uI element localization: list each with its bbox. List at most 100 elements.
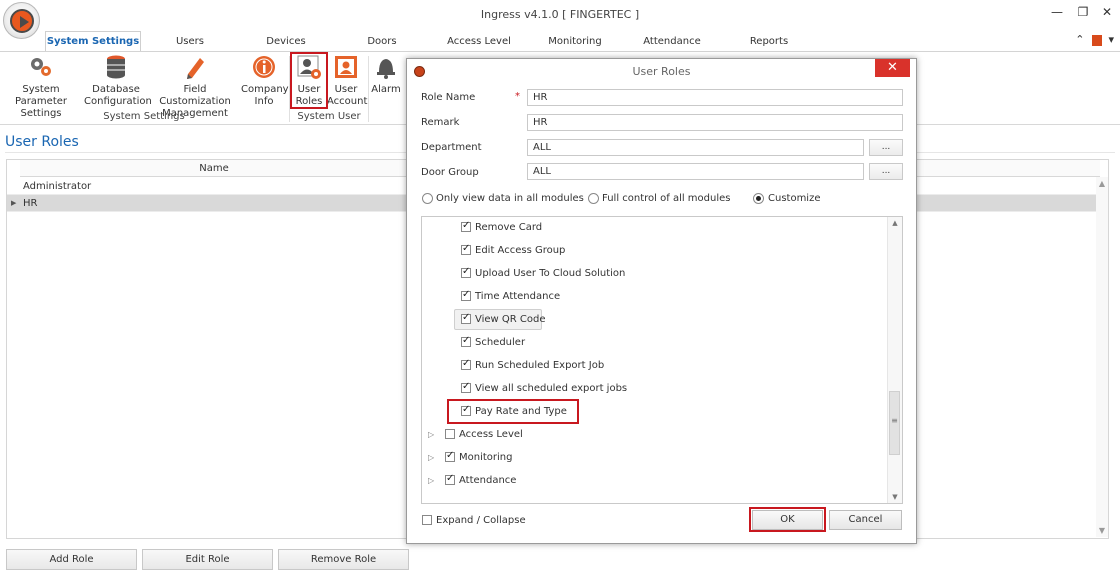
expand-arrow-icon[interactable]: ▷: [428, 430, 434, 439]
expand-arrow-icon[interactable]: ▷: [428, 453, 434, 462]
remove-role-button[interactable]: Remove Role: [278, 549, 409, 570]
tab-system-settings[interactable]: System Settings: [45, 31, 141, 52]
minimize-icon[interactable]: —: [1048, 4, 1066, 20]
office-icon[interactable]: [1091, 34, 1102, 46]
scroll-down-icon[interactable]: ▼: [1096, 526, 1108, 535]
tab-users[interactable]: Users: [160, 36, 220, 51]
tab-reports[interactable]: Reports: [740, 36, 798, 51]
tab-monitoring[interactable]: Monitoring: [540, 36, 610, 51]
scroll-up-icon[interactable]: ▲: [888, 219, 902, 227]
dialog-close-button[interactable]: ✕: [875, 59, 910, 77]
collapse-ribbon-icon[interactable]: ⌃: [1075, 33, 1084, 46]
role-name-field[interactable]: HR: [527, 89, 903, 106]
expand-collapse-checkbox[interactable]: [422, 515, 432, 525]
user-roles-button[interactable]: User Roles: [292, 54, 326, 108]
tree-parent-item[interactable]: Attendance: [459, 475, 516, 486]
checkbox[interactable]: [461, 243, 471, 255]
ribbon-label: Account: [327, 96, 368, 107]
restore-icon[interactable]: ❐: [1074, 4, 1092, 20]
tree-scrollbar[interactable]: ▲ ▼: [887, 217, 902, 503]
radio-full-control[interactable]: [588, 193, 599, 204]
ribbon-label: Roles: [295, 96, 323, 107]
tree-parent-item[interactable]: Access Level: [459, 429, 523, 440]
edit-role-button[interactable]: Edit Role: [142, 549, 273, 570]
row-pointer-icon: ▶: [11, 199, 17, 207]
page-title: User Roles: [5, 134, 79, 150]
row-label: Administrator: [23, 181, 92, 192]
ribbon-label: Database: [92, 84, 140, 95]
radio-view-only-label[interactable]: Only view data in all modules: [436, 193, 584, 204]
grid-scrollbar[interactable]: ▲ ▼: [1096, 177, 1108, 537]
alarm-icon: [373, 54, 399, 80]
department-field[interactable]: ALL: [527, 139, 864, 156]
gears-icon: [28, 54, 54, 80]
ribbon-label: System Parameter: [14, 84, 68, 107]
door-group-field[interactable]: ALL: [527, 163, 864, 180]
tree-item[interactable]: Time Attendance: [475, 291, 560, 302]
ok-button[interactable]: OK: [752, 510, 823, 530]
close-window-icon[interactable]: ✕: [1098, 4, 1116, 20]
checkbox[interactable]: [461, 312, 471, 324]
user-account-button[interactable]: User Account: [327, 54, 368, 108]
checkbox[interactable]: [461, 381, 471, 393]
grip-icon: ≡: [891, 416, 898, 425]
cancel-button[interactable]: Cancel: [829, 510, 902, 530]
tree-item[interactable]: Run Scheduled Export Job: [475, 360, 604, 371]
checkbox[interactable]: [461, 289, 471, 301]
tree-item[interactable]: Edit Access Group: [475, 245, 565, 256]
info-icon: [251, 54, 277, 80]
department-browse-button[interactable]: ...: [869, 139, 903, 156]
expand-collapse-label[interactable]: Expand / Collapse: [436, 515, 526, 526]
remark-label: Remark: [421, 117, 460, 128]
door-group-browse-button[interactable]: ...: [869, 163, 903, 180]
radio-full-control-label[interactable]: Full control of all modules: [602, 193, 731, 204]
role-name-label: Role Name: [421, 92, 476, 103]
tree-item[interactable]: Upload User To Cloud Solution: [475, 268, 625, 279]
scroll-thumb[interactable]: ≡: [889, 391, 900, 455]
row-label: HR: [23, 198, 38, 209]
tree-item[interactable]: View QR Code: [475, 314, 546, 325]
tab-access-level[interactable]: Access Level: [440, 36, 518, 51]
window-title: Ingress v4.1.0 [ FINGERTEC ]: [480, 8, 640, 21]
company-info-button[interactable]: Company Info: [241, 54, 289, 108]
ribbon-label: Company: [241, 84, 289, 95]
dropdown-icon[interactable]: ▾: [1108, 33, 1114, 46]
tree-item[interactable]: Remove Card: [475, 222, 542, 233]
dialog-title: User Roles: [632, 65, 691, 78]
alarm-button[interactable]: Alarm: [370, 54, 402, 96]
radio-customize-label[interactable]: Customize: [768, 193, 821, 204]
tab-doors[interactable]: Doors: [354, 36, 410, 51]
checkbox[interactable]: [445, 473, 455, 485]
column-header-name[interactable]: Name: [20, 163, 408, 174]
checkbox[interactable]: [461, 335, 471, 347]
group-label-system-user: System User: [297, 111, 361, 122]
checkbox[interactable]: [445, 429, 455, 439]
checkbox[interactable]: [461, 266, 471, 278]
ribbon-label: Alarm: [371, 84, 401, 95]
checkbox[interactable]: [461, 404, 471, 416]
expand-arrow-icon[interactable]: ▷: [428, 476, 434, 485]
radio-customize[interactable]: [753, 193, 764, 204]
add-role-button[interactable]: Add Role: [6, 549, 137, 570]
ribbon-label: Configuration: [84, 96, 152, 107]
system-parameter-settings-button[interactable]: System Parameter Settings: [0, 54, 82, 120]
checkbox[interactable]: [445, 450, 455, 462]
database-configuration-button[interactable]: Database Configuration: [84, 54, 152, 108]
scroll-down-icon[interactable]: ▼: [888, 493, 902, 501]
tree-item[interactable]: View all scheduled export jobs: [475, 383, 627, 394]
tree-item[interactable]: Scheduler: [475, 337, 525, 348]
pencil-icon: [182, 54, 208, 80]
close-icon: ✕: [887, 60, 898, 75]
remark-field[interactable]: HR: [527, 114, 903, 131]
radio-view-only[interactable]: [422, 193, 433, 204]
checkbox[interactable]: [461, 358, 471, 370]
tree-item[interactable]: Pay Rate and Type: [475, 406, 567, 417]
ribbon-separator: [368, 56, 369, 122]
tab-attendance[interactable]: Attendance: [638, 36, 706, 51]
tree-parent-item[interactable]: Monitoring: [459, 452, 512, 463]
ribbon-label: User: [297, 84, 321, 95]
scroll-up-icon[interactable]: ▲: [1096, 179, 1108, 188]
tab-devices[interactable]: Devices: [256, 36, 316, 51]
checkbox[interactable]: [461, 220, 471, 232]
database-icon: [103, 54, 129, 80]
